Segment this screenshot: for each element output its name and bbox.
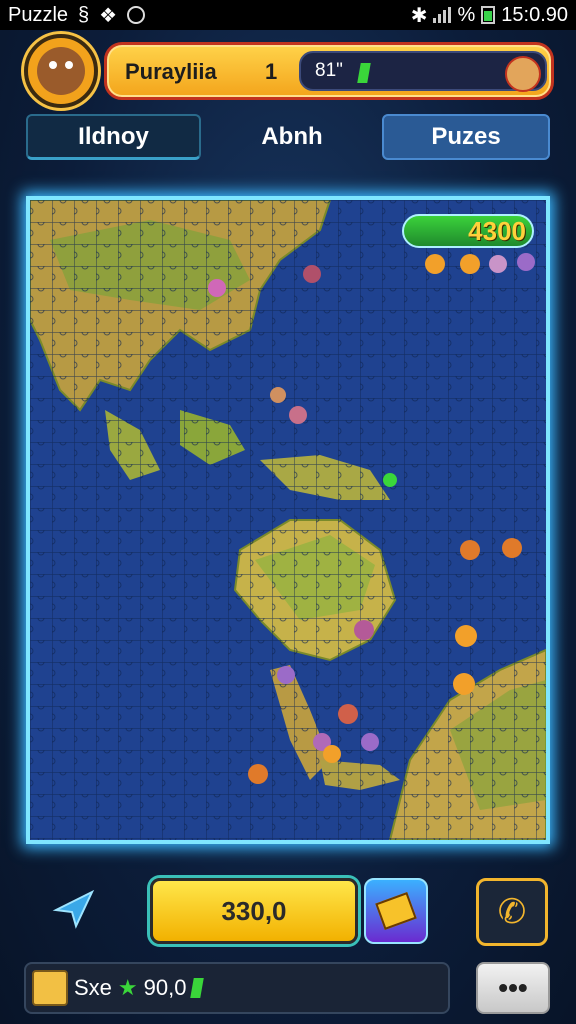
- gem-icon: [357, 63, 371, 83]
- status-bar: Puzzle § ❖ ✱ % 15:0.90: [0, 0, 576, 30]
- player-name: Purayliia: [125, 59, 217, 84]
- puzzle-board[interactable]: 4300: [26, 196, 550, 844]
- avatar-face-icon: [37, 47, 85, 95]
- record-icon: [127, 6, 146, 24]
- main-action-button[interactable]: 330,0: [150, 878, 358, 944]
- player-info-bar: Purayliia 1 81": [104, 42, 554, 100]
- tab-puzes[interactable]: Puzes: [382, 114, 550, 160]
- footer-player-bar: Sxe ★ 90,0: [24, 962, 450, 1014]
- footer-avatar[interactable]: [32, 970, 68, 1006]
- card-button[interactable]: [364, 878, 428, 944]
- card-icon: [375, 892, 417, 930]
- puzzle-map: [30, 200, 546, 840]
- battery-icon: [481, 6, 496, 24]
- tab-abnh[interactable]: Abnh: [206, 114, 378, 160]
- footer-name: Sxe: [74, 975, 112, 1000]
- status-app-label: Puzzle: [8, 3, 69, 26]
- more-button[interactable]: •••: [476, 962, 550, 1014]
- kite-icon[interactable]: [52, 886, 96, 930]
- signal-icon: [433, 7, 452, 23]
- footer-points: 90,0: [143, 975, 187, 1000]
- gem-count: 81": [315, 60, 343, 81]
- phone-button[interactable]: ✆: [476, 878, 548, 946]
- status-percent: %: [457, 3, 476, 26]
- player-avatar[interactable]: [24, 34, 98, 108]
- player-level: 1: [265, 59, 278, 84]
- sync-icon: §: [78, 3, 90, 26]
- game-screen: Puzzle § ❖ ✱ % 15:0.90 Purayliia 1 81" I…: [0, 0, 576, 1024]
- gem-counter[interactable]: 81": [299, 51, 547, 92]
- footer-gem-icon: [190, 978, 205, 998]
- status-clock: 15:0.90: [501, 3, 568, 26]
- phone-icon: ✆: [497, 893, 527, 931]
- score-badge: 4300: [402, 214, 534, 248]
- tab-ildnoy[interactable]: Ildnoy: [26, 114, 201, 160]
- dropbox-icon: ❖: [99, 4, 118, 27]
- opponent-avatar[interactable]: [505, 56, 541, 92]
- star-icon: ★: [117, 975, 138, 1000]
- bluetooth-icon: ✱: [410, 4, 428, 27]
- puzzle-grid: [30, 200, 546, 840]
